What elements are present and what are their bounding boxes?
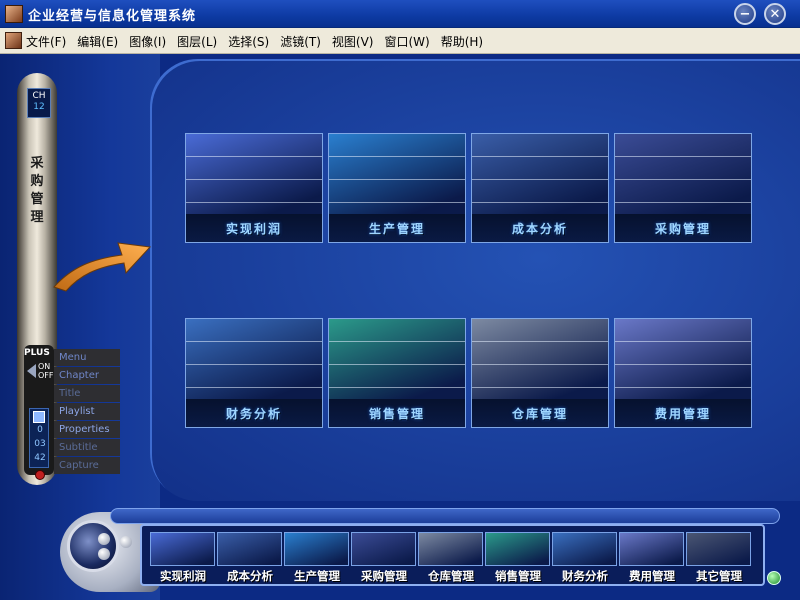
strip-thumb[interactable] <box>217 532 282 566</box>
dock-button[interactable] <box>98 533 110 545</box>
lens-icon[interactable] <box>67 520 119 572</box>
minimize-button[interactable]: − <box>734 3 756 25</box>
channel-number: 12 <box>33 102 45 112</box>
menu-layer[interactable]: 图层(L) <box>177 32 223 50</box>
tile-label: 仓库管理 <box>511 406 568 421</box>
counter-hours: 0 <box>37 425 43 435</box>
menu-view[interactable]: 视图(V) <box>332 32 380 50</box>
channel-label: CH <box>32 91 46 101</box>
title-bar: 企业经营与信息化管理系统 − ✕ <box>0 0 800 28</box>
strip-label[interactable]: 费用管理 <box>619 568 685 584</box>
remote-menu-subtitle[interactable]: Subtitle <box>54 439 120 456</box>
module-tile-purchase[interactable]: 采购管理 <box>614 133 752 243</box>
remote-menu-menu[interactable]: Menu <box>54 349 120 366</box>
window-title: 企业经营与信息化管理系统 <box>28 9 197 24</box>
menu-select[interactable]: 选择(S) <box>228 32 275 50</box>
channel-display: CH 12 <box>27 88 51 118</box>
app-icon[interactable] <box>5 5 23 23</box>
remote-menu: Menu Chapter Title Playlist Properties S… <box>54 349 120 475</box>
on-label: ON <box>38 362 51 371</box>
stop-icon[interactable] <box>33 411 45 423</box>
strip-thumb[interactable] <box>284 532 349 566</box>
strip-thumb[interactable] <box>351 532 416 566</box>
pointer-arrow-icon <box>53 242 152 292</box>
strip-label[interactable]: 仓库管理 <box>418 568 484 584</box>
strip-label[interactable]: 实现利润 <box>150 568 216 584</box>
record-button[interactable] <box>35 470 45 480</box>
counter-display: 0 03 42 <box>29 408 49 468</box>
module-tile-cost[interactable]: 成本分析 <box>471 133 609 243</box>
module-panel <box>150 59 800 501</box>
remote-menu-properties[interactable]: Properties <box>54 421 120 438</box>
tile-label: 销售管理 <box>368 406 425 421</box>
tile-label: 采购管理 <box>654 221 711 236</box>
strip-label[interactable]: 销售管理 <box>485 568 551 584</box>
menu-window[interactable]: 窗口(W) <box>384 32 435 50</box>
strip-thumb[interactable] <box>552 532 617 566</box>
current-section-label: 采 购 管 理 <box>30 156 44 225</box>
document-icon[interactable] <box>5 32 22 49</box>
menu-filter[interactable]: 滤镜(T) <box>280 32 327 50</box>
remote-menu-chapter[interactable]: Chapter <box>54 367 120 384</box>
strip-label[interactable]: 其它管理 <box>686 568 752 584</box>
counter-seconds: 42 <box>34 453 46 463</box>
menu-items: 文件(F) 编辑(E) 图像(I) 图层(L) 选择(S) 滤镜(T) 视图(V… <box>26 32 494 50</box>
strip-label[interactable]: 财务分析 <box>552 568 618 584</box>
plus-label: PLUS <box>24 348 50 358</box>
status-indicator[interactable] <box>767 571 781 585</box>
tile-label: 财务分析 <box>225 406 282 421</box>
module-tile-warehouse[interactable]: 仓库管理 <box>471 318 609 428</box>
counter-minutes: 03 <box>34 439 46 449</box>
module-tile-production[interactable]: 生产管理 <box>328 133 466 243</box>
strip-thumb[interactable] <box>150 532 215 566</box>
module-tile-sales[interactable]: 销售管理 <box>328 318 466 428</box>
strip-thumb[interactable] <box>619 532 684 566</box>
remote-menu-playlist[interactable]: Playlist <box>54 403 120 420</box>
module-tile-expense[interactable]: 费用管理 <box>614 318 752 428</box>
remote-menu-capture[interactable]: Capture <box>54 457 120 474</box>
menu-bar: 文件(F) 编辑(E) 图像(I) 图层(L) 选择(S) 滤镜(T) 视图(V… <box>0 28 800 54</box>
close-button[interactable]: ✕ <box>764 3 786 25</box>
menu-file[interactable]: 文件(F) <box>26 32 72 50</box>
menu-help[interactable]: 帮助(H) <box>441 32 489 50</box>
module-tile-finance[interactable]: 财务分析 <box>185 318 323 428</box>
dock-button[interactable] <box>98 548 110 560</box>
strip-label[interactable]: 采购管理 <box>351 568 417 584</box>
dock-button[interactable] <box>120 536 132 548</box>
back-arrow-icon <box>27 364 36 378</box>
menu-image[interactable]: 图像(I) <box>129 32 172 50</box>
menu-edit[interactable]: 编辑(E) <box>77 32 124 50</box>
strip-label[interactable]: 成本分析 <box>217 568 283 584</box>
tile-label: 生产管理 <box>368 221 425 236</box>
tile-label: 费用管理 <box>654 406 711 421</box>
close-icon: ✕ <box>769 6 781 22</box>
strip-thumb[interactable] <box>418 532 483 566</box>
strip-label[interactable]: 生产管理 <box>284 568 350 584</box>
module-tile-profit[interactable]: 实现利润 <box>185 133 323 243</box>
tile-label: 成本分析 <box>511 221 568 236</box>
off-label: OFF <box>38 371 54 380</box>
strip-thumb[interactable] <box>686 532 751 566</box>
tile-label: 实现利润 <box>225 221 282 236</box>
strip-thumb[interactable] <box>485 532 550 566</box>
minimize-icon: − <box>739 6 751 22</box>
dock-rail <box>110 508 780 524</box>
remote-menu-title[interactable]: Title <box>54 385 120 402</box>
power-toggle[interactable]: ON OFF <box>27 362 54 384</box>
